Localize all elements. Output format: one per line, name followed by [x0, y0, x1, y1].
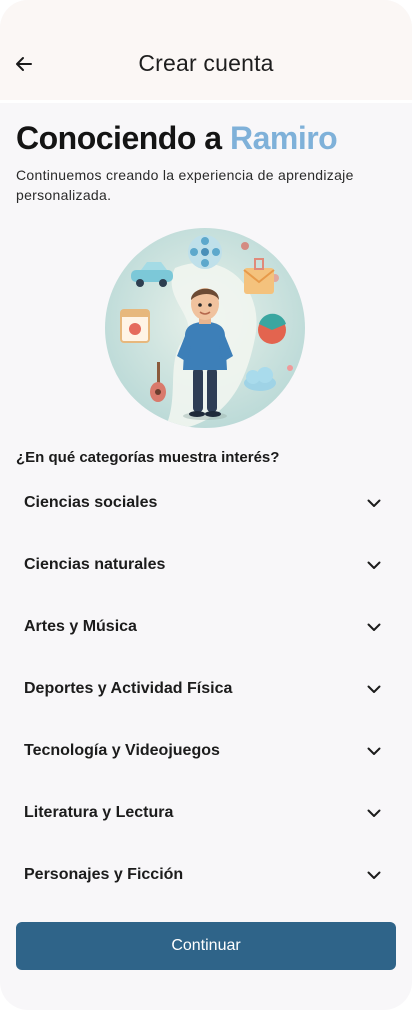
category-list: Ciencias sociales Ciencias naturales Art…: [16, 472, 396, 906]
profile-illustration: [105, 228, 305, 428]
chevron-down-icon: [366, 495, 382, 511]
category-ciencias-naturales[interactable]: Ciencias naturales: [16, 534, 396, 596]
chevron-down-icon: [366, 557, 382, 573]
calendar-icon: [120, 309, 150, 343]
ball-icon: [258, 313, 286, 344]
category-label: Artes y Música: [24, 618, 137, 635]
category-label: Ciencias naturales: [24, 556, 166, 573]
category-label: Ciencias sociales: [24, 494, 158, 511]
category-ciencias-sociales[interactable]: Ciencias sociales: [16, 472, 396, 534]
hero-title-prefix: Conociendo a: [16, 120, 222, 156]
chevron-down-icon: [366, 619, 382, 635]
category-label: Literatura y Lectura: [24, 804, 174, 821]
chevron-down-icon: [366, 867, 382, 883]
category-label: Tecnología y Videojuegos: [24, 742, 220, 759]
chevron-down-icon: [366, 681, 382, 697]
interests-question: ¿En qué categorías muestra interés?: [16, 449, 280, 466]
chevron-down-icon: [366, 743, 382, 759]
category-tecnologia[interactable]: Tecnología y Videojuegos: [16, 720, 396, 782]
category-label: Personajes y Ficción: [24, 866, 184, 883]
category-literatura[interactable]: Literatura y Lectura: [16, 782, 396, 844]
chevron-down-icon: [366, 805, 382, 821]
continue-button[interactable]: Continuar: [16, 922, 396, 970]
screen: Crear cuenta Conociendo a Ramiro Continu…: [0, 0, 412, 1010]
page-title: Crear cuenta: [138, 50, 274, 76]
category-artes-musica[interactable]: Artes y Música: [16, 596, 396, 658]
hero-title-name: Ramiro: [229, 120, 338, 156]
category-label: Deportes y Actividad Física: [24, 680, 233, 697]
hero-title: Conociendo a Ramiro: [16, 120, 338, 157]
app-header: Crear cuenta: [0, 0, 412, 103]
category-deportes[interactable]: Deportes y Actividad Física: [16, 658, 396, 720]
hero-subtitle: Continuemos creando la experiencia de ap…: [16, 167, 354, 203]
film-reel-icon: [188, 235, 222, 269]
category-personajes[interactable]: Personajes y Ficción: [16, 844, 396, 906]
illustration-art: [105, 228, 305, 428]
